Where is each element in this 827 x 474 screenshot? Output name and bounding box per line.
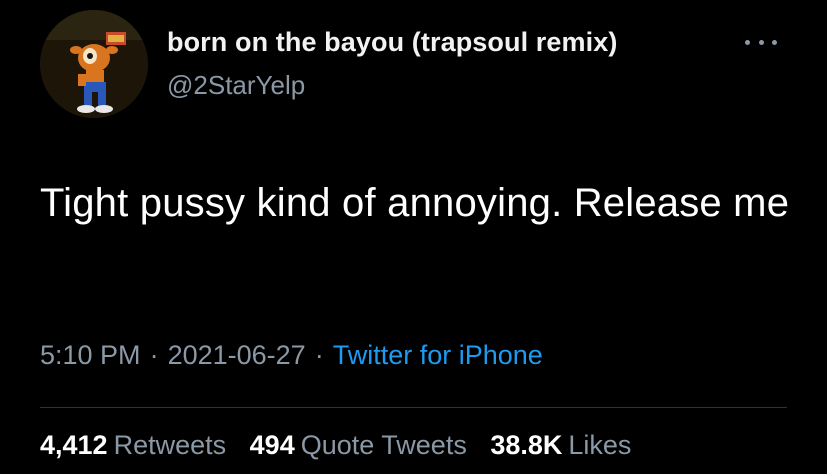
quotes-stat[interactable]: 494 Quote Tweets	[250, 430, 467, 460]
more-horizontal-icon[interactable]	[745, 30, 777, 54]
avatar[interactable]	[40, 10, 148, 118]
more-dot	[745, 39, 750, 45]
tweet-date[interactable]: 2021-06-27	[168, 340, 306, 370]
quotes-label: Quote Tweets	[300, 430, 467, 460]
avatar-image	[40, 10, 148, 118]
tweet-source-link[interactable]: Twitter for iPhone	[333, 340, 543, 370]
tweet-card: born on the bayou (trapsoul remix) @2Sta…	[0, 0, 827, 474]
divider	[40, 407, 787, 408]
likes-count: 38.8K	[490, 430, 563, 460]
more-dot	[772, 39, 777, 45]
retweets-label: Retweets	[113, 430, 227, 460]
display-name[interactable]: born on the bayou (trapsoul remix)	[167, 27, 617, 58]
retweets-count: 4,412	[40, 430, 108, 460]
quotes-count: 494	[249, 430, 295, 460]
retweets-stat[interactable]: 4,412 Retweets	[40, 430, 226, 460]
tweet-time[interactable]: 5:10 PM	[40, 340, 141, 370]
tweet-text: Tight pussy kind of annoying. Release me	[40, 181, 790, 225]
tweet-meta: 5:10 PM · 2021-06-27 · Twitter for iPhone	[40, 340, 543, 371]
user-handle[interactable]: @2StarYelp	[167, 70, 305, 101]
meta-separator: ·	[149, 340, 159, 370]
meta-separator: ·	[314, 340, 324, 370]
more-dot	[758, 39, 764, 45]
likes-label: Likes	[568, 430, 632, 460]
tweet-stats: 4,412 Retweets 494 Quote Tweets 38.8K Likes	[40, 430, 647, 461]
likes-stat[interactable]: 38.8K Likes	[490, 430, 631, 460]
